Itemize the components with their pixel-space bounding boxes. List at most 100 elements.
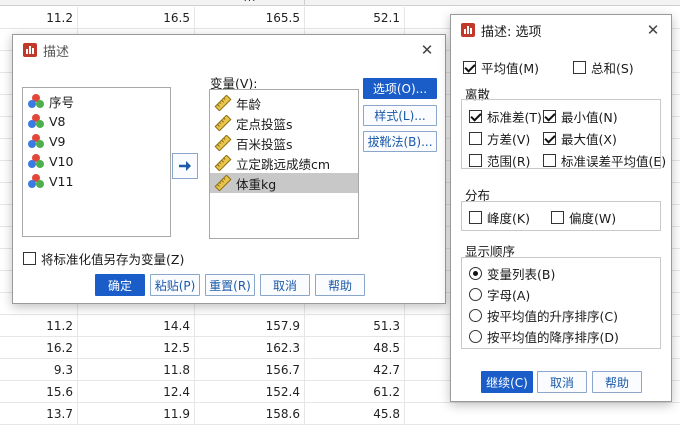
sheet-header-cell[interactable]: m (195, 0, 305, 6)
reset-button[interactable]: 重置(R) (205, 274, 255, 296)
order-variable-list-option[interactable]: 变量列表(B) (469, 264, 555, 283)
move-variable-button[interactable] (172, 153, 198, 179)
variable-name: 定点投篮s (236, 116, 293, 132)
bootstrap-button[interactable]: 拔靴法(B)... (363, 131, 437, 152)
selected-variable-item[interactable]: 定点投篮s (210, 113, 358, 133)
source-variable-item[interactable]: V11 (23, 171, 170, 191)
sheet-cell[interactable]: 9.3 (0, 359, 78, 381)
source-variable-list[interactable]: 序号 V8 V9 V10 V11 (22, 87, 171, 237)
range-option-checkbox[interactable] (469, 154, 482, 167)
sheet-cell[interactable]: 15.6 (0, 381, 78, 403)
sheet-cell[interactable]: 13.7 (0, 403, 78, 425)
std-dev-option[interactable]: 标准差(T) (469, 107, 542, 126)
nominal-variable-icon (27, 173, 45, 189)
close-icon[interactable]: ✕ (419, 42, 435, 58)
variable-name: 立定跳远成绩cm (236, 156, 331, 172)
minimum-option[interactable]: 最小值(N) (543, 107, 618, 126)
scale-variable-icon (214, 134, 232, 152)
options-help-button[interactable]: 帮助 (592, 371, 642, 393)
sheet-cell[interactable]: 51.3 (305, 315, 405, 337)
source-variable-item[interactable]: 序号 (23, 91, 170, 111)
mean-option[interactable]: 平均值(M) (463, 58, 539, 77)
variable-name: V8 (49, 113, 66, 129)
order-ascending-means-option-radio[interactable] (469, 309, 482, 322)
range-option-label: 范围(R) (487, 154, 531, 169)
describe-title: 描述 (43, 44, 70, 60)
variance-option-checkbox[interactable] (469, 132, 482, 145)
std-error-mean-option[interactable]: 标准误差平均值(E) (543, 151, 666, 170)
sheet-cell[interactable]: 14.4 (78, 315, 195, 337)
sheet-cell[interactable]: 52.1 (305, 7, 405, 29)
variable-name: 序号 (49, 94, 75, 110)
selected-variable-item[interactable]: 年龄 (210, 93, 358, 113)
ok-button[interactable]: 确定 (95, 274, 145, 296)
sum-checkbox[interactable] (573, 61, 586, 74)
sheet-cell[interactable]: 42.7 (305, 359, 405, 381)
order-ascending-means-option[interactable]: 按平均值的升序排序(C) (469, 306, 618, 325)
variable-name: 体重kg (236, 176, 277, 192)
spss-app-icon (461, 23, 475, 37)
sheet-cell[interactable]: 48.5 (305, 337, 405, 359)
spss-app-icon (23, 43, 37, 57)
sheet-cell[interactable]: 12.4 (78, 381, 195, 403)
sheet-cell[interactable]: 158.6 (195, 403, 305, 425)
sheet-cell[interactable]: 11.9 (78, 403, 195, 425)
sheet-cell[interactable]: 16.5 (78, 7, 195, 29)
sheet-cell[interactable]: 157.9 (195, 315, 305, 337)
close-icon[interactable]: ✕ (645, 22, 661, 38)
sheet-cell[interactable]: 165.5 (195, 7, 305, 29)
save-standardized-option[interactable]: 将标准化值另存为变量(Z) (23, 249, 184, 268)
kurtosis-option-label: 峰度(K) (487, 211, 530, 226)
sum-option[interactable]: 总和(S) (573, 58, 634, 77)
options-button[interactable]: 选项(O)... (363, 78, 437, 99)
variance-option[interactable]: 方差(V) (469, 129, 530, 148)
minimum-option-label: 最小值(N) (561, 110, 618, 125)
save-standardized-checkbox[interactable] (23, 252, 36, 265)
order-descending-means-option-radio[interactable] (469, 330, 482, 343)
continue-button[interactable]: 继续(C) (481, 371, 533, 393)
options-cancel-button[interactable]: 取消 (537, 371, 587, 393)
range-option[interactable]: 范围(R) (469, 151, 530, 170)
maximum-option[interactable]: 最大值(X) (543, 129, 617, 148)
paste-button[interactable]: 粘贴(P) (150, 274, 200, 296)
selected-variable-item[interactable]: 立定跳远成绩cm (210, 153, 358, 173)
order-alphabetic-option-radio[interactable] (469, 288, 482, 301)
order-alphabetic-option[interactable]: 字母(A) (469, 285, 530, 304)
sheet-cell[interactable]: 156.7 (195, 359, 305, 381)
sheet-cell[interactable]: 162.3 (195, 337, 305, 359)
minimum-option-checkbox[interactable] (543, 110, 556, 123)
std-dev-option-checkbox[interactable] (469, 110, 482, 123)
kurtosis-option-checkbox[interactable] (469, 211, 482, 224)
sheet-cell[interactable]: 11.2 (0, 7, 78, 29)
sheet-cell[interactable]: 61.2 (305, 381, 405, 403)
skewness-option-checkbox[interactable] (551, 211, 564, 224)
source-variable-item[interactable]: V10 (23, 151, 170, 171)
std-dev-option-label: 标准差(T) (487, 110, 542, 125)
sheet-cell[interactable]: 11.8 (78, 359, 195, 381)
selected-variable-list[interactable]: 年龄定点投篮s 百米投篮s 立定跳远成绩cm 体重kg (209, 89, 359, 239)
sheet-cell[interactable]: 152.4 (195, 381, 305, 403)
sheet-cell[interactable]: 12.5 (78, 337, 195, 359)
std-error-mean-option-checkbox[interactable] (543, 154, 556, 167)
help-button[interactable]: 帮助 (315, 274, 365, 296)
selected-variable-item[interactable]: 百米投篮s (210, 133, 358, 153)
cancel-button[interactable]: 取消 (260, 274, 310, 296)
selected-variable-item[interactable]: 体重kg (210, 173, 358, 193)
maximum-option-checkbox[interactable] (543, 132, 556, 145)
skewness-option[interactable]: 偏度(W) (551, 208, 616, 227)
variance-option-label: 方差(V) (487, 132, 531, 147)
source-variable-item[interactable]: V9 (23, 131, 170, 151)
describe-title-bar: 描述 ✕ (13, 35, 445, 65)
sheet-cell[interactable]: 11.2 (0, 315, 78, 337)
source-variable-item[interactable]: V8 (23, 111, 170, 131)
mean-checkbox[interactable] (463, 61, 476, 74)
sheet-cell[interactable]: 45.8 (305, 403, 405, 425)
mean-label: 平均值(M) (481, 61, 540, 76)
skewness-option-label: 偏度(W) (569, 211, 617, 226)
kurtosis-option[interactable]: 峰度(K) (469, 208, 530, 227)
sheet-cell[interactable]: 16.2 (0, 337, 78, 359)
nominal-variable-icon (27, 133, 45, 149)
order-variable-list-option-radio[interactable] (469, 267, 482, 280)
style-button[interactable]: 样式(L)... (363, 105, 437, 126)
order-descending-means-option[interactable]: 按平均值的降序排序(D) (469, 327, 619, 346)
